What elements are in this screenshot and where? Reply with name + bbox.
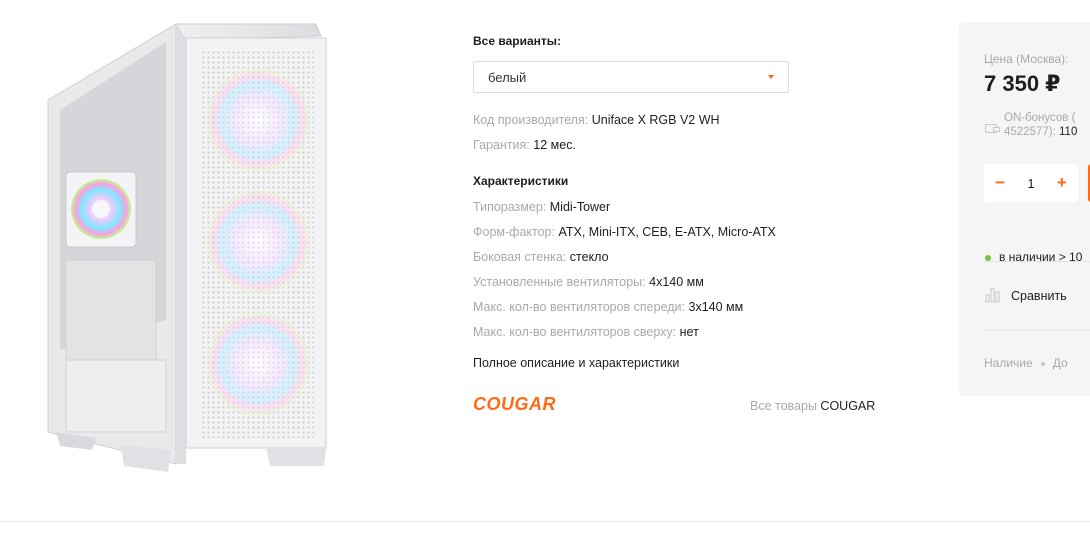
quantity-stepper: − 1 + (984, 164, 1078, 202)
spec-row: Типоразмер: Midi-Tower (473, 200, 610, 214)
section-divider (0, 521, 1090, 522)
all-brand-goods-link[interactable]: Все товары COUGAR (750, 399, 875, 413)
qty-value[interactable]: 1 (1027, 176, 1034, 191)
bonus-value: 110 (1059, 126, 1078, 138)
cougar-logo[interactable]: COUGAR (473, 395, 603, 415)
buy-panel: Цена (Москва): 7 350 ₽ ON-бонусов ( 4522… (959, 22, 1090, 396)
compare-button[interactable]: Сравнить (1011, 289, 1067, 303)
wallet-icon (985, 124, 1000, 133)
spec-value: нет (679, 325, 699, 339)
bonus-info: ON-бонусов ( 4522577): 110 (1004, 111, 1077, 139)
divider (984, 330, 1090, 331)
qty-plus-button[interactable]: + (1057, 173, 1067, 193)
cougar-logo-text: COUGAR (473, 395, 556, 414)
separator-dot (1040, 361, 1045, 366)
compare-icon (985, 288, 1000, 303)
bonus-line-1: ON-бонусов ( (1004, 112, 1076, 124)
delivery-tab[interactable]: До (1053, 356, 1068, 370)
bonus-line-2: 4522577): 110 (1004, 125, 1077, 139)
price: 7 350 ₽ (984, 71, 1061, 96)
spec-row: Макс. кол-во вентиляторов спереди: 3x140… (473, 300, 743, 314)
variant-select[interactable]: белый (473, 61, 789, 93)
bonus-code: 4522577): (1004, 126, 1056, 138)
spec-row: Форм-фактор: ATX, Mini-ITX, CEB, E-ATX, … (473, 225, 776, 239)
spec-value: 3x140 мм (688, 300, 744, 314)
availability-tabs: Наличие До (984, 356, 1068, 370)
vendor-code-value: Uniface X RGB V2 WH (591, 113, 720, 127)
spec-label: Типоразмер: (473, 200, 547, 214)
product-image[interactable] (36, 20, 356, 482)
vendor-code-label: Код производителя: (473, 113, 589, 127)
spec-value: стекло (569, 250, 609, 264)
spec-row: Установленные вентиляторы: 4x140 мм (473, 275, 704, 289)
spec-row: Макс. кол-во вентиляторов сверху: нет (473, 325, 699, 339)
spec-value: ATX, Mini-ITX, CEB, E-ATX, Micro-ATX (558, 225, 776, 239)
divider (984, 261, 1090, 262)
spec-label: Форм-фактор: (473, 225, 555, 239)
variants-title: Все варианты: (473, 34, 561, 48)
variant-select-value: белый (488, 69, 527, 85)
full-description-link[interactable]: Полное описание и характеристики (473, 356, 679, 370)
vendor-code-row: Код производителя: Uniface X RGB V2 WH (473, 113, 720, 127)
warranty-value: 12 мес. (533, 138, 576, 152)
spec-label: Установленные вентиляторы: (473, 275, 646, 289)
spec-label: Макс. кол-во вентиляторов спереди: (473, 300, 686, 314)
spec-row: Боковая стенка: стекло (473, 250, 609, 264)
specs-title: Характеристики (473, 174, 569, 188)
qty-minus-button[interactable]: − (995, 173, 1005, 193)
price-label: Цена (Москва): (984, 52, 1069, 66)
spec-label: Макс. кол-во вентиляторов сверху: (473, 325, 677, 339)
availability-tab[interactable]: Наличие (984, 356, 1033, 370)
product-page: Все варианты: белый Код производителя: U… (0, 0, 1090, 538)
caret-down-icon (768, 75, 774, 79)
all-goods-label: Все товары (750, 399, 817, 413)
spec-value: Midi-Tower (549, 200, 611, 214)
spec-value: 4x140 мм (649, 275, 704, 289)
warranty-label: Гарантия: (473, 138, 530, 152)
all-goods-brand: COUGAR (820, 399, 876, 413)
spec-label: Боковая стенка: (473, 250, 567, 264)
warranty-row: Гарантия: 12 мес. (473, 138, 576, 152)
